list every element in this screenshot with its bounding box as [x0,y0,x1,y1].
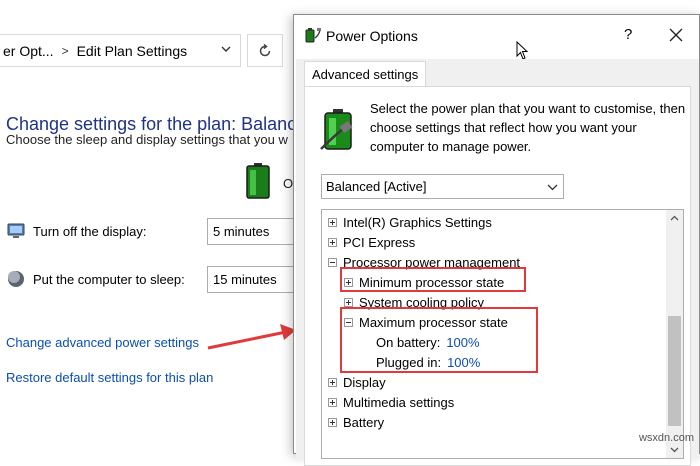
breadcrumb-separator-icon: > [61,43,69,58]
scroll-thumb[interactable] [668,316,681,426]
expand-icon[interactable] [328,217,337,227]
scroll-down-icon[interactable] [669,444,680,455]
battery-icon [246,163,270,199]
breadcrumb-edit-plan-settings[interactable]: Edit Plan Settings [77,43,188,59]
help-button[interactable]: ? [624,26,632,43]
power-plan-select-value: Balanced [Active] [326,179,427,194]
on-battery-column-header: O [283,176,294,191]
power-plug-battery-icon [320,109,353,150]
highlight-maximum-processor-state [340,307,538,373]
computer-sleep-select[interactable]: 15 minutes [207,266,297,293]
dialog-body: Advanced settings Select the power plan … [296,59,699,466]
power-options-dialog: Power Options ? Advanced settings Select… [293,14,700,466]
address-bar[interactable]: er Opt... > Edit Plan Settings [0,34,241,67]
advanced-settings-tree[interactable]: Intel(R) Graphics Settings PCI Express P… [321,209,684,459]
mouse-cursor-icon [516,41,529,60]
scroll-up-icon[interactable] [669,213,680,224]
power-plan-select[interactable]: Balanced [Active] [321,174,564,199]
collapse-icon[interactable] [328,257,337,267]
advanced-settings-panel: Select the power plan that you want to c… [304,86,691,466]
tree-item-display[interactable]: Display [328,372,386,392]
tab-advanced-settings[interactable]: Advanced settings [304,61,427,87]
expand-icon[interactable] [344,297,353,307]
change-advanced-power-settings-link[interactable]: Change advanced power settings [6,335,199,350]
watermark: wsxdn.com [638,432,694,444]
computer-sleep-label: Put the computer to sleep: [33,272,185,287]
chevron-down-icon [547,184,558,191]
tree-item-intel-graphics[interactable]: Intel(R) Graphics Settings [328,212,492,232]
expand-icon[interactable] [328,397,337,407]
expand-icon[interactable] [328,237,337,247]
power-options-app-icon [305,28,321,43]
monitor-icon [7,223,25,238]
tree-item-battery[interactable]: Battery [328,412,384,432]
dialog-titlebar[interactable]: Power Options ? [294,15,699,60]
highlight-minimum-processor-state [340,267,526,292]
chevron-down-icon[interactable] [220,43,232,55]
breadcrumb-power-options[interactable]: er Opt... [3,43,54,59]
expand-icon[interactable] [328,417,337,427]
turn-off-display-label: Turn off the display: [33,224,147,239]
dialog-title: Power Options [326,28,418,44]
turn-off-display-select[interactable]: 5 minutes [207,218,297,245]
intro-text: Select the power plan that you want to c… [370,101,686,154]
restore-default-settings-link[interactable]: Restore default settings for this plan [6,370,213,385]
close-icon[interactable] [668,27,684,43]
tree-scrollbar[interactable] [666,210,683,458]
tree-item-multimedia-settings[interactable]: Multimedia settings [328,392,454,412]
refresh-button[interactable] [247,34,283,67]
page-subtitle: Choose the sleep and display settings th… [6,132,288,147]
expand-icon[interactable] [328,377,337,387]
refresh-icon [259,43,271,56]
tree-item-pci-express[interactable]: PCI Express [328,232,415,252]
sleep-moon-icon [8,271,24,287]
